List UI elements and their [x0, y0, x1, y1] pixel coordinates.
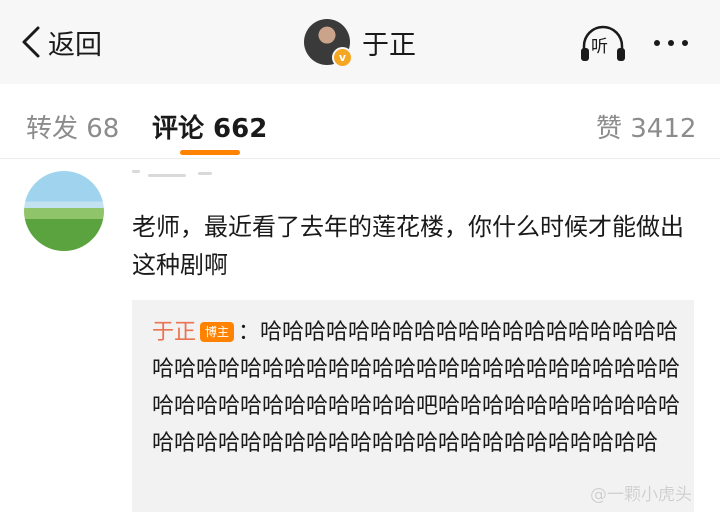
listen-label: 听 — [591, 37, 608, 57]
more-options-icon[interactable] — [654, 40, 688, 46]
watermark: @一颗小虎头 — [590, 485, 692, 505]
nav-title-group: v 于正 — [304, 16, 416, 68]
active-tab-indicator — [180, 150, 240, 155]
blogger-badge: 博主 — [200, 322, 235, 342]
tab-comments[interactable]: 评论 662 — [152, 108, 267, 145]
tab-bar: 转发 68 评论 662 赞 3412 — [0, 84, 720, 159]
reply-separator: ： — [238, 320, 261, 345]
top-nav-bar: 返回 v 于正 听 — [0, 0, 720, 84]
listen-button[interactable]: 听 — [578, 24, 628, 64]
page-title: 于正 — [362, 29, 416, 61]
author-avatar[interactable]: v — [304, 19, 353, 68]
back-button[interactable]: 返回 — [18, 22, 102, 62]
comment-text: 老师，最近看了去年的莲花楼，你什么时候才能做出这种剧啊 — [132, 213, 684, 279]
back-label: 返回 — [48, 29, 102, 61]
tab-likes[interactable]: 赞 3412 — [596, 108, 696, 145]
verified-badge-icon: v — [332, 47, 353, 68]
reply-content: 于正 博主 ：哈哈哈哈哈哈哈哈哈哈哈哈哈哈哈哈哈哈哈哈哈哈哈哈哈哈哈哈哈哈哈哈哈哈哈… — [152, 314, 682, 462]
commenter-name-obscured — [132, 168, 242, 182]
chevron-left-icon — [22, 26, 40, 58]
commenter-avatar[interactable] — [24, 171, 104, 251]
tab-reposts[interactable]: 转发 68 — [26, 108, 119, 145]
reply-author-link[interactable]: 于正 — [152, 320, 196, 345]
